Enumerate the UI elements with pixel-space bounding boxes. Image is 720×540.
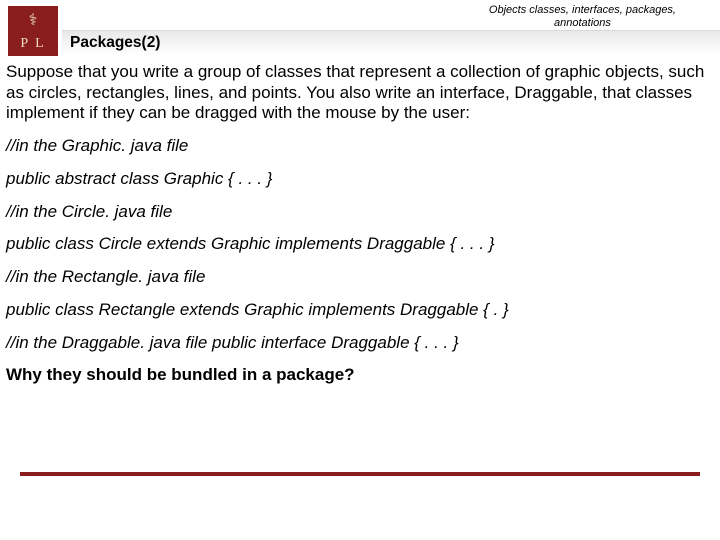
- code-rectangle-decl: public class Rectangle extends Graphic i…: [6, 300, 714, 321]
- question-text: Why they should be bundled in a package?: [6, 365, 714, 386]
- code-comment-graphic: //in the Graphic. java file: [6, 136, 714, 157]
- breadcrumb-line1: Objects classes, interfaces, packages,: [489, 4, 676, 17]
- code-circle-decl: public class Circle extends Graphic impl…: [6, 234, 714, 255]
- code-comment-circle: //in the Circle. java file: [6, 202, 714, 223]
- code-draggable-decl: //in the Draggable. java file public int…: [6, 333, 714, 354]
- footer-divider: [20, 472, 700, 476]
- slide-body: Suppose that you write a group of classe…: [0, 56, 720, 386]
- title-bar: [62, 30, 720, 56]
- logo-emblem-icon: ⚕: [8, 10, 58, 30]
- breadcrumb-line2: annotations: [489, 17, 676, 30]
- logo-letters: P L: [8, 36, 58, 56]
- code-comment-rectangle: //in the Rectangle. java file: [6, 267, 714, 288]
- slide-header: ⚕ P L Objects classes, interfaces, packa…: [0, 0, 720, 56]
- logo-badge: ⚕ P L: [8, 6, 58, 56]
- breadcrumb: Objects classes, interfaces, packages, a…: [489, 4, 676, 29]
- code-graphic-decl: public abstract class Graphic { . . . }: [6, 169, 714, 190]
- intro-paragraph: Suppose that you write a group of classe…: [6, 62, 714, 124]
- page-title: Packages(2): [70, 34, 160, 52]
